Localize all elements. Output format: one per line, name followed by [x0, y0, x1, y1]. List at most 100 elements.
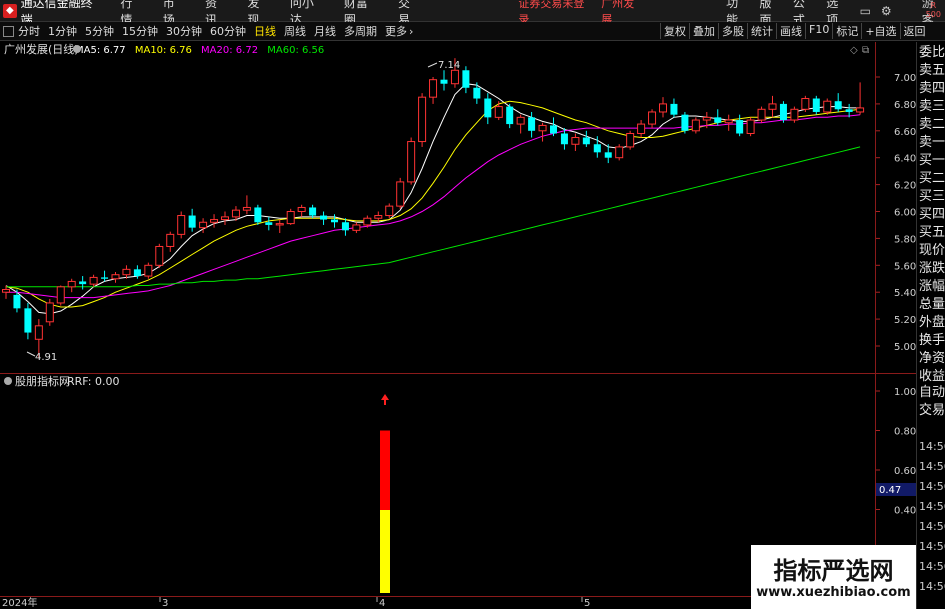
candle-body: [593, 144, 601, 153]
candle-body: [13, 294, 21, 309]
trade-time-4: 14:56: [919, 520, 945, 533]
side-label-17[interactable]: 净资: [919, 350, 945, 368]
candle: [166, 231, 175, 252]
candle: [659, 97, 667, 118]
candle-body: [297, 206, 306, 212]
level2-badge: R 500: [926, 1, 941, 19]
side-label-0[interactable]: 委比: [919, 44, 945, 62]
candle-body: [352, 224, 361, 231]
trade-time-6: 14:56: [919, 560, 945, 573]
candle-body: [166, 233, 175, 247]
price-tick-label: 5.40: [894, 288, 916, 299]
candle-body: [484, 98, 492, 118]
price-tick-label: 5.60: [894, 261, 916, 272]
side-label-11[interactable]: 现价: [919, 242, 945, 260]
candle-body: [768, 103, 777, 110]
signal-bar: [380, 394, 390, 593]
price-tick-label: 7.00: [894, 73, 916, 84]
side-label-6[interactable]: 买一: [919, 152, 945, 170]
date-axis: 2024年 3 4 5: [2, 596, 590, 609]
expand-icon[interactable]: ⧉: [862, 45, 869, 56]
side-label-3[interactable]: 卖三: [919, 98, 945, 116]
candle-body: [736, 120, 744, 134]
candle: [275, 219, 284, 234]
low-price-label: 4.91: [35, 352, 57, 363]
candle-body: [681, 114, 689, 131]
candle: [648, 109, 657, 129]
candle-body: [834, 101, 842, 110]
candle: [779, 101, 787, 123]
candle-body: [626, 132, 635, 148]
indicator-tick-label: 0.60: [894, 466, 916, 477]
candle: [418, 93, 427, 147]
candle-body: [801, 98, 810, 110]
side-label-zidong[interactable]: 自动: [919, 384, 945, 402]
candle: [440, 70, 448, 91]
side-label-2[interactable]: 卖四: [919, 80, 945, 98]
side-label-12[interactable]: 涨跌: [919, 260, 945, 278]
trade-time-3: 14:56: [919, 500, 945, 513]
price-tick-label: 6.00: [894, 208, 916, 219]
candle-body: [67, 280, 76, 288]
candle: [528, 111, 536, 138]
trade-time-2: 14:56: [919, 480, 945, 493]
side-label-10[interactable]: 买五: [919, 224, 945, 242]
candle: [637, 120, 646, 138]
watermark-url: www.xuezhibiao.com: [756, 585, 911, 600]
candle: [89, 274, 98, 287]
watermark: 指标严选网 www.xuezhibiao.com: [751, 545, 916, 609]
price-tick-label: 6.20: [894, 181, 916, 192]
legend-collapse-icon[interactable]: [73, 45, 81, 53]
side-label-jiaoyi[interactable]: 交易: [919, 402, 945, 420]
candle: [724, 114, 733, 131]
side-label-14[interactable]: 总量: [919, 296, 945, 314]
candle: [506, 103, 514, 129]
side-label-9[interactable]: 买四: [919, 206, 945, 224]
candle: [111, 272, 120, 283]
candle: [757, 106, 766, 123]
diamond-icon[interactable]: ◇: [850, 45, 858, 56]
ma60-legend: MA60: 6.56: [267, 45, 324, 56]
candle-body: [122, 268, 131, 276]
candle: [790, 106, 799, 123]
side-label-4[interactable]: 卖二: [919, 116, 945, 134]
candle-body: [724, 119, 733, 124]
indicator-collapse-icon[interactable]: [4, 377, 12, 385]
candle-body: [582, 137, 590, 145]
candle: [177, 211, 186, 239]
side-label-13[interactable]: 涨幅: [919, 278, 945, 296]
candle-body: [779, 103, 787, 121]
candle-body: [790, 108, 799, 121]
side-label-1[interactable]: 卖五: [919, 62, 945, 80]
chart-frame: [0, 42, 916, 597]
candle: [516, 114, 525, 134]
candle: [286, 208, 295, 225]
date-label-april: 4: [379, 598, 385, 609]
candle-body: [320, 215, 328, 220]
candle-body: [812, 98, 820, 112]
candle-body: [231, 209, 240, 218]
candle-body: [265, 222, 273, 225]
side-label-7[interactable]: 买二: [919, 170, 945, 188]
candle: [242, 195, 251, 215]
trade-time-5: 14:56: [919, 540, 945, 553]
price-tick-label: 5.80: [894, 234, 916, 245]
kline-chart[interactable]: 7.00 6.80 6.60 6.40 6.20 6.00 5.80 5.60 5.40 5.20…: [0, 0, 916, 609]
side-label-8[interactable]: 买三: [919, 188, 945, 206]
candle: [210, 214, 219, 228]
price-tick-label: 6.60: [894, 127, 916, 138]
trade-time-0: 14:56: [919, 440, 945, 453]
candle: [331, 214, 338, 228]
side-label-16[interactable]: 换手: [919, 332, 945, 350]
side-label-5[interactable]: 卖一: [919, 134, 945, 152]
candle-body: [516, 116, 525, 125]
candle-body: [845, 109, 853, 112]
candle-body: [757, 108, 766, 121]
price-axis-ticks: 7.00 6.80 6.60 6.40 6.20 6.00 5.80 5.60 5.40 5.20…: [876, 73, 916, 353]
signal-bar-upper: [380, 430, 390, 510]
date-label-may: 5: [584, 598, 590, 609]
side-label-15[interactable]: 外盘: [919, 314, 945, 332]
candle: [79, 276, 87, 290]
candle: [746, 117, 755, 137]
signal-bar-lower: [380, 510, 390, 593]
